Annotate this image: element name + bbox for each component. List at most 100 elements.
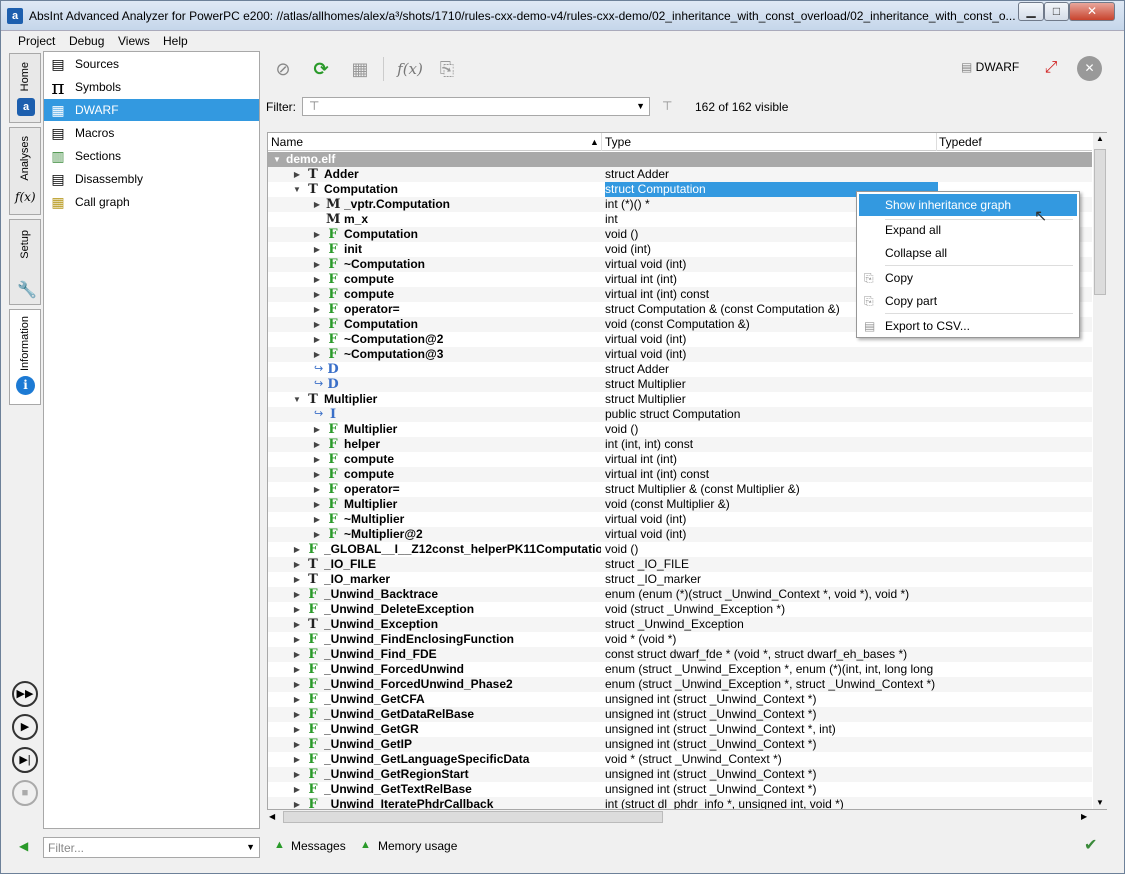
expanded-arrow-icon[interactable]: ▼	[292, 182, 302, 197]
collapsed-arrow-icon[interactable]: ▶	[312, 452, 322, 467]
scroll-right-icon[interactable]: ▶	[1081, 812, 1087, 821]
tree-row[interactable]: ▶ F Multiplier void (const Multiplier &)	[268, 497, 1092, 512]
tree-row[interactable]: ▶ F _Unwind_ForcedUnwind_Phase2 enum (struc…	[268, 677, 1092, 692]
refresh-icon[interactable]: ⟳	[307, 55, 335, 83]
expanded-arrow-icon[interactable]: ▼	[272, 152, 282, 167]
tree-row[interactable]: ↪ Dstruct Adder	[268, 362, 1092, 377]
tab-setup[interactable]: Setup 🔧	[9, 219, 41, 305]
tab-home[interactable]: Home a	[9, 53, 41, 123]
collapsed-arrow-icon[interactable]: ▶	[312, 347, 322, 362]
nav-item-sources[interactable]: ▤ Sources	[44, 53, 259, 75]
vertical-scrollbar[interactable]: ▲ ▼	[1093, 133, 1107, 809]
scroll-up-icon[interactable]: ▲	[1096, 134, 1104, 143]
run-button[interactable]: ▶	[12, 714, 38, 740]
collapsed-arrow-icon[interactable]: ▶	[312, 467, 322, 482]
nav-item-call-graph[interactable]: ▦ Call graph	[44, 191, 259, 213]
tree-row[interactable]: ▶ F _Unwind_IteratePhdrCallback int (struct…	[268, 797, 1092, 809]
collapsed-arrow-icon[interactable]: ▶	[292, 632, 302, 647]
nav-item-dwarf[interactable]: ▦ DWARF	[44, 99, 259, 121]
collapsed-arrow-icon[interactable]: ▶	[292, 767, 302, 782]
tree-row[interactable]: ▼ T Multiplier struct Multiplier	[268, 392, 1092, 407]
tree-row[interactable]: ↪ Dstruct Multiplier	[268, 377, 1092, 392]
tree-row[interactable]: ▶ F _Unwind_GetDataRelBase unsigned int (st…	[268, 707, 1092, 722]
collapsed-arrow-icon[interactable]: ▶	[292, 797, 302, 809]
menu-debug[interactable]: Debug	[69, 34, 104, 48]
column-type[interactable]: Type	[605, 135, 631, 149]
collapsed-arrow-icon[interactable]: ▶	[312, 497, 322, 512]
export-table-icon[interactable]: ▦	[346, 55, 374, 83]
menu-collapse-all[interactable]: Collapse all	[859, 242, 1077, 264]
tree-row[interactable]: ▶ T _IO_FILE struct _IO_FILE	[268, 557, 1092, 572]
menu-project[interactable]: Project	[18, 34, 55, 48]
chevron-down-icon[interactable]: ▼	[246, 842, 255, 852]
collapsed-arrow-icon[interactable]: ▶	[312, 287, 322, 302]
collapsed-arrow-icon[interactable]: ▶	[292, 602, 302, 617]
collapsed-arrow-icon[interactable]: ▶	[312, 302, 322, 317]
collapsed-arrow-icon[interactable]: ▶	[312, 332, 322, 347]
tree-row[interactable]: ↪ Ipublic struct Computation	[268, 407, 1092, 422]
collapsed-arrow-icon[interactable]: ▶	[292, 647, 302, 662]
nav-item-sections[interactable]: ▥ Sections	[44, 145, 259, 167]
tree-row[interactable]: ▶ T _Unwind_Exception struct _Unwind_Except…	[268, 617, 1092, 632]
collapsed-arrow-icon[interactable]: ▶	[292, 587, 302, 602]
column-typedef[interactable]: Typedef	[939, 135, 982, 149]
tree-row[interactable]: ▶ F ~Multiplier@2 virtual void (int)	[268, 527, 1092, 542]
type-info-icon[interactable]: ⎘	[433, 55, 461, 83]
collapsed-arrow-icon[interactable]: ▶	[292, 662, 302, 677]
tree-row[interactable]: ▶ F ~Computation@3 virtual void (int)	[268, 347, 1092, 362]
menu-views[interactable]: Views	[118, 34, 150, 48]
dwarf-view-button[interactable]: ▤ DWARF	[961, 60, 1019, 74]
close-window-button[interactable]: ✕	[1069, 2, 1115, 21]
tree-row[interactable]: ▶ Foperator= struct Multiplier & (const Mu…	[268, 482, 1092, 497]
tab-information[interactable]: Information i	[9, 309, 41, 405]
sort-up-icon[interactable]: ▲	[590, 137, 599, 147]
maximize-button[interactable]: □	[1044, 2, 1069, 21]
fullscreen-icon[interactable]: ⤢	[1039, 59, 1063, 79]
collapsed-arrow-icon[interactable]: ▶	[292, 617, 302, 632]
scroll-down-icon[interactable]: ▼	[1096, 798, 1104, 807]
step-button[interactable]: ▶|	[12, 747, 38, 773]
tree-row[interactable]: ▶ F _GLOBAL__I__Z12const_helperPK11Computa…	[268, 542, 1092, 557]
menu-export-csv[interactable]: Export to CSV...	[859, 315, 1077, 337]
menu-copy-part[interactable]: Copy part	[859, 290, 1077, 312]
collapsed-arrow-icon[interactable]: ▶	[312, 257, 322, 272]
collapsed-arrow-icon[interactable]: ▶	[312, 437, 322, 452]
tree-row[interactable]: ▶ Fcompute virtual int (int) const	[268, 467, 1092, 482]
collapsed-arrow-icon[interactable]: ▶	[292, 752, 302, 767]
collapsed-arrow-icon[interactable]: ▶	[292, 557, 302, 572]
tree-row[interactable]: ▶ F _Unwind_Find_FDE const struct dwarf_fde…	[268, 647, 1092, 662]
tree-row[interactable]: ▶ F _Unwind_GetLanguageSpecificData void * …	[268, 752, 1092, 767]
tree-row[interactable]: ▶ T Adder struct Adder	[268, 167, 1092, 182]
tree-row[interactable]: ▶ F _Unwind_GetIP unsigned int (struct _Unw…	[268, 737, 1092, 752]
collapsed-arrow-icon[interactable]: ▶	[292, 722, 302, 737]
collapsed-arrow-icon[interactable]: ▶	[292, 692, 302, 707]
vertical-scroll-thumb[interactable]	[1094, 149, 1106, 295]
tree-row[interactable]: ▶ F _Unwind_ForcedUnwind enum (struct _Unwi…	[268, 662, 1092, 677]
clear-filter-icon[interactable]: ⊤	[662, 99, 672, 113]
horizontal-scrollbar[interactable]: ◀ ▶	[267, 810, 1093, 824]
chevron-down-icon[interactable]: ▼	[636, 101, 645, 111]
horizontal-scroll-thumb[interactable]	[283, 811, 663, 823]
collapsed-arrow-icon[interactable]: ▶	[292, 677, 302, 692]
collapsed-arrow-icon[interactable]: ▶	[312, 227, 322, 242]
tab-analyses[interactable]: Analyses f(x)	[9, 127, 41, 215]
tree-row[interactable]: ▶ F _Unwind_GetTextRelBase unsigned int (st…	[268, 782, 1092, 797]
collapse-arrow-icon[interactable]: ◀	[19, 839, 28, 853]
nav-item-disassembly[interactable]: ▤ Disassembly	[44, 168, 259, 190]
filter-input[interactable]: ⊤ ▼	[302, 97, 650, 116]
menu-copy[interactable]: Copy	[859, 267, 1077, 289]
tree-row[interactable]: ▶ F ~Multiplier virtual void (int)	[268, 512, 1092, 527]
nav-filter-input[interactable]: Filter... ▼	[43, 837, 260, 858]
column-name[interactable]: Name	[271, 135, 303, 149]
collapsed-arrow-icon[interactable]: ▶	[292, 167, 302, 182]
fx-button-icon[interactable]: f(x)	[393, 55, 427, 83]
collapsed-arrow-icon[interactable]: ▶	[292, 572, 302, 587]
memory-usage-tab[interactable]: Memory usage	[378, 839, 457, 853]
collapsed-arrow-icon[interactable]: ▶	[312, 512, 322, 527]
tree-row[interactable]: ▶ Fhelper int (int, int) const	[268, 437, 1092, 452]
stop-button[interactable]: ■	[12, 780, 38, 806]
collapsed-arrow-icon[interactable]: ▶	[312, 242, 322, 257]
collapsed-arrow-icon[interactable]: ▶	[292, 782, 302, 797]
collapsed-arrow-icon[interactable]: ▶	[292, 737, 302, 752]
menu-help[interactable]: Help	[163, 34, 188, 48]
